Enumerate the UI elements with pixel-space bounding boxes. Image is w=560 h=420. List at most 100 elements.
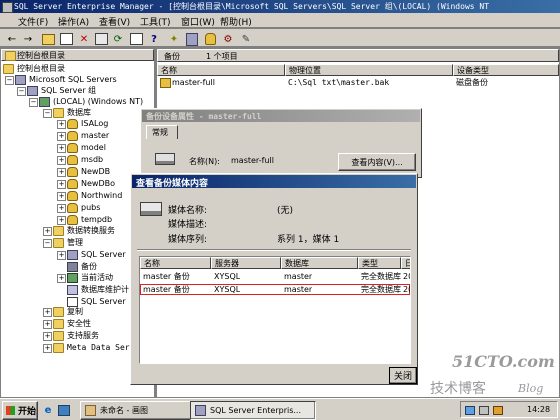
tray-app-icon[interactable] bbox=[493, 406, 503, 415]
ie-icon[interactable]: e bbox=[40, 402, 56, 418]
tray-clock: 14:28 bbox=[527, 405, 551, 414]
backup-col-type[interactable]: 类型 bbox=[358, 257, 401, 269]
task-enterprise-manager[interactable]: SQL Server Enterpris... bbox=[190, 401, 316, 420]
task-paint-label: 未命名 - 画图 bbox=[100, 406, 148, 415]
tree-item-db-msdb[interactable]: msdb bbox=[67, 154, 103, 165]
tray-network-icon[interactable] bbox=[465, 406, 475, 415]
tree-item-label: 数据转换服务 bbox=[67, 226, 115, 235]
delete-icon[interactable]: ✕ bbox=[76, 31, 92, 47]
system-tray: 14:28 bbox=[460, 401, 558, 418]
tree-item-label: 数据库维护计 bbox=[81, 285, 129, 294]
media-divider bbox=[137, 249, 411, 251]
help-icon[interactable]: ? bbox=[146, 31, 162, 47]
back-icon[interactable]: ← bbox=[4, 31, 20, 47]
expand-toggle[interactable]: + bbox=[43, 344, 52, 353]
tree-item-maintenance[interactable]: 数据库维护计 bbox=[67, 284, 129, 295]
expand-toggle[interactable]: + bbox=[57, 120, 66, 129]
tree-item-db-northwind[interactable]: Northwind bbox=[67, 190, 122, 201]
export-icon[interactable] bbox=[128, 31, 144, 47]
menu-window[interactable]: 窗口(W) bbox=[181, 15, 215, 28]
tree-item-management[interactable]: 管理 bbox=[53, 237, 83, 248]
tree-item-label: NewDB bbox=[81, 167, 111, 176]
tree-item-meta-data[interactable]: Meta Data Serv bbox=[53, 342, 134, 353]
tree-item-db-newdb[interactable]: NewDB bbox=[67, 166, 110, 177]
new-db-icon[interactable] bbox=[202, 31, 218, 47]
menu-action[interactable]: 操作(A) bbox=[58, 15, 89, 28]
expand-toggle[interactable]: + bbox=[43, 320, 52, 329]
tree-item-db-newdbo[interactable]: NewDBo bbox=[67, 178, 115, 189]
view-contents-button[interactable]: 查看内容(V)... bbox=[338, 153, 416, 171]
tree-item-sql-agent[interactable]: SQL Server bbox=[67, 249, 126, 260]
up-folder-icon[interactable] bbox=[40, 31, 56, 47]
tools-icon[interactable]: ✎ bbox=[238, 31, 254, 47]
start-button[interactable]: 开始 bbox=[2, 401, 38, 420]
tree-item-databases[interactable]: 数据库 bbox=[53, 107, 91, 118]
tray-volume-icon[interactable] bbox=[479, 406, 489, 415]
expand-toggle[interactable]: + bbox=[57, 180, 66, 189]
refresh-icon[interactable]: ⟳ bbox=[110, 31, 126, 47]
backup-cell-server: XYSQL bbox=[214, 272, 241, 281]
tree-item-current-activity[interactable]: 当前活动 bbox=[67, 272, 113, 283]
tree-item-security[interactable]: 安全性 bbox=[53, 318, 91, 329]
tree-item-db-master[interactable]: master bbox=[67, 130, 109, 141]
menu-tools[interactable]: 工具(T) bbox=[140, 15, 171, 28]
list-count: 1 个项目 bbox=[206, 52, 238, 61]
expand-toggle[interactable]: + bbox=[57, 274, 66, 283]
tree-item-db-pubs[interactable]: pubs bbox=[67, 202, 100, 213]
database-icon bbox=[67, 190, 78, 201]
tree-item-backup[interactable]: 备份 bbox=[67, 261, 97, 272]
expand-toggle[interactable]: + bbox=[57, 192, 66, 201]
backup-row[interactable]: master 备份 XYSQL master 完全数据库 20 bbox=[140, 271, 410, 282]
menu-file[interactable]: 文件(F) bbox=[18, 15, 48, 28]
expand-toggle[interactable]: + bbox=[57, 132, 66, 141]
job-icon[interactable]: ⚙ bbox=[220, 31, 236, 47]
tree-item-dts[interactable]: 数据转换服务 bbox=[53, 225, 115, 236]
expand-toggle[interactable]: + bbox=[57, 204, 66, 213]
tree-item-db-model[interactable]: model bbox=[67, 142, 106, 153]
wizard-icon[interactable]: ✦ bbox=[166, 31, 182, 47]
tree-item-local-server[interactable]: (LOCAL) (Windows NT) bbox=[39, 96, 143, 107]
expand-toggle[interactable]: + bbox=[43, 308, 52, 317]
tab-general[interactable]: 常规 bbox=[146, 125, 178, 139]
collapse-toggle[interactable]: − bbox=[43, 239, 52, 248]
tree-item-server-group[interactable]: SQL Server 组 bbox=[27, 85, 96, 96]
list-col-type[interactable]: 设备类型 bbox=[453, 64, 559, 76]
menu-help[interactable]: 帮助(H) bbox=[220, 15, 252, 28]
expand-toggle[interactable]: + bbox=[57, 168, 66, 177]
expand-toggle[interactable]: + bbox=[57, 251, 66, 260]
watermark-line3: Blog bbox=[518, 382, 544, 395]
close-button[interactable]: 关闭 bbox=[389, 367, 417, 384]
backup-col-name[interactable]: 名称 bbox=[140, 257, 211, 269]
media-name-label: 媒体名称: bbox=[168, 206, 208, 216]
backup-col-server[interactable]: 服务器 bbox=[211, 257, 281, 269]
collapse-toggle[interactable]: − bbox=[5, 76, 14, 85]
list-col-path[interactable]: 物理位置 bbox=[285, 64, 453, 76]
list-col-name[interactable]: 名称 bbox=[157, 64, 285, 76]
server-icon[interactable] bbox=[184, 31, 200, 47]
tree-item-db-isalog[interactable]: ISALog bbox=[67, 118, 108, 129]
collapse-toggle[interactable]: − bbox=[17, 87, 26, 96]
expand-toggle[interactable]: + bbox=[57, 216, 66, 225]
backup-row-highlighted[interactable]: master 备份 XYSQL master 完全数据库 20 bbox=[140, 284, 410, 295]
desktop-icon[interactable] bbox=[56, 402, 72, 418]
list-row[interactable]: master-full C:\Sql txt\master.bak 磁盘备份 bbox=[157, 77, 559, 88]
tree-item-support-services[interactable]: 支持服务 bbox=[53, 330, 99, 341]
tree-item-replication[interactable]: 复制 bbox=[53, 306, 83, 317]
tree-item-db-tempdb[interactable]: tempdb bbox=[67, 214, 112, 225]
tree-item-label: Northwind bbox=[81, 191, 123, 200]
expand-toggle[interactable]: + bbox=[57, 144, 66, 153]
collapse-toggle[interactable]: − bbox=[43, 109, 52, 118]
collapse-toggle[interactable]: − bbox=[29, 98, 38, 107]
menu-view[interactable]: 查看(V) bbox=[99, 15, 130, 28]
backup-col-database[interactable]: 数据库 bbox=[281, 257, 358, 269]
forward-icon[interactable]: → bbox=[20, 31, 36, 47]
tree-item-sql-servers[interactable]: Microsoft SQL Servers bbox=[15, 74, 117, 85]
backup-col-date[interactable]: 日 bbox=[401, 257, 410, 269]
task-paint[interactable]: 未命名 - 画图 bbox=[80, 401, 194, 420]
tree-toggle-icon[interactable] bbox=[58, 31, 74, 47]
tree-item-console-root[interactable]: 控制台根目录 bbox=[3, 63, 65, 74]
properties-icon[interactable] bbox=[93, 31, 109, 47]
expand-toggle[interactable]: + bbox=[43, 332, 52, 341]
expand-toggle[interactable]: + bbox=[43, 227, 52, 236]
expand-toggle[interactable]: + bbox=[57, 156, 66, 165]
